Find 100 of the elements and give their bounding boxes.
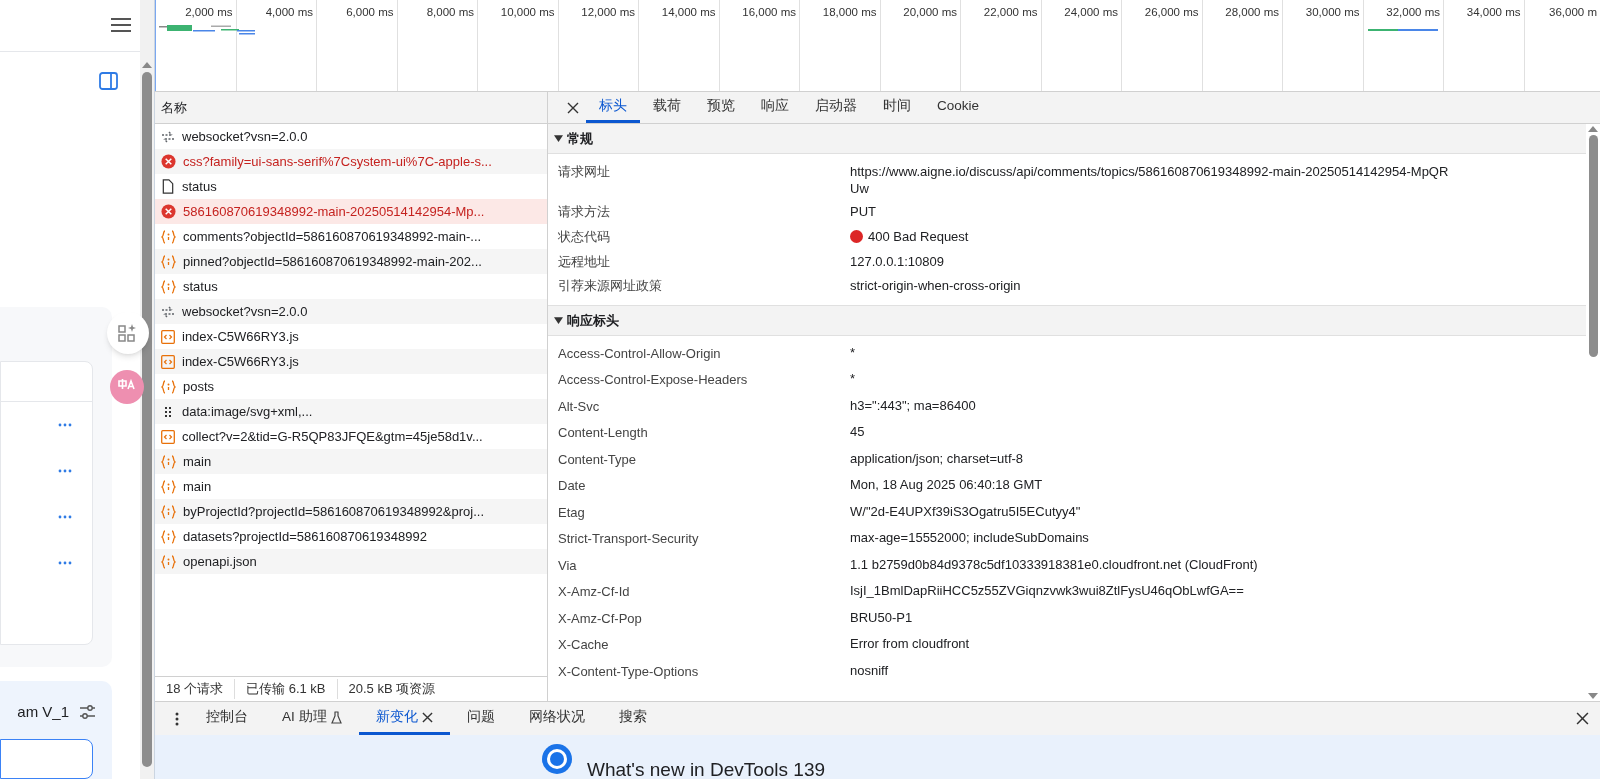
time-tick: 8,000 ms xyxy=(426,5,474,20)
header-value: 45 xyxy=(850,423,865,440)
input-field[interactable] xyxy=(0,739,93,779)
header-value: max-age=15552000; includeSubDomains xyxy=(850,529,1089,546)
detail-tab[interactable]: 时间 xyxy=(870,92,924,123)
scroll-up-icon[interactable] xyxy=(142,62,152,68)
status-text: 已传输 6.1 kB xyxy=(234,679,337,699)
code-file-icon xyxy=(161,429,175,444)
request-row[interactable]: pinned?objectId=586160870619348992-main-202... xyxy=(155,249,547,274)
more-icon[interactable] xyxy=(58,515,72,520)
header-key: X-Content-Type-Options xyxy=(558,661,850,681)
detail-tab[interactable]: 启动器 xyxy=(802,92,870,123)
websocket-icon xyxy=(161,129,175,144)
drawer-tab[interactable]: 搜索 xyxy=(601,702,664,735)
header-key: Content-Length xyxy=(558,423,850,443)
time-tick: 26,000 ms xyxy=(1144,5,1199,20)
header-value: 400 Bad Request xyxy=(868,227,969,245)
column-header[interactable]: 名称 xyxy=(161,97,187,118)
detail-tab[interactable]: 预览 xyxy=(694,92,748,123)
request-row[interactable]: openapi.json xyxy=(155,549,547,574)
sidebar-toggle-icon[interactable] xyxy=(99,71,118,90)
request-row[interactable]: index-C5W66RY3.js xyxy=(155,349,547,374)
detail-tab[interactable]: Cookie xyxy=(924,92,993,123)
time-tick: 34,000 ms xyxy=(1466,5,1521,20)
request-name: pinned?objectId=586160870619348992-main-202... xyxy=(183,252,482,271)
time-tick: 10,000 ms xyxy=(500,5,555,20)
scroll-down-icon[interactable] xyxy=(1588,693,1598,699)
request-name: websocket?vsn=2.0.0 xyxy=(182,127,308,146)
time-tick: 14,000 ms xyxy=(661,5,716,20)
request-name: status xyxy=(182,177,217,196)
header-value: PUT xyxy=(850,203,876,220)
close-icon[interactable] xyxy=(421,711,433,723)
header-key: Strict-Transport-Security xyxy=(558,529,850,549)
header-key: X-Amz-Cf-Id xyxy=(558,582,850,602)
request-row[interactable]: css?family=ui-sans-serif%7Csystem-ui%7C-apple-s... xyxy=(155,149,547,174)
drawer-tab[interactable]: 控制台 xyxy=(189,702,265,735)
page-scrollbar[interactable] xyxy=(140,0,154,779)
detail-tab[interactable]: 载荷 xyxy=(640,92,694,123)
time-tick: 32,000 ms xyxy=(1386,5,1440,20)
scrollbar-thumb[interactable] xyxy=(1588,135,1598,357)
chrome-devtools-icon xyxy=(541,743,573,775)
status-text: 20.5 kB 项资源 xyxy=(336,679,447,699)
header-value: https://www.aigne.io/discuss/api/comments/topics/586160870619348992-main-20250514142954-MpQRUw xyxy=(850,163,1450,197)
time-tick: 16,000 ms xyxy=(742,5,796,20)
time-tick: 6,000 ms xyxy=(346,5,394,20)
menu-icon[interactable] xyxy=(110,17,132,34)
request-name: 586160870619348992-main-20250514142954-Mp... xyxy=(183,202,485,221)
detail-tab[interactable]: 响应 xyxy=(748,92,802,123)
request-name: index-C5W66RY3.js xyxy=(182,327,299,346)
request-name: comments?objectId=586160870619348992-main-... xyxy=(183,227,482,246)
header-key: 远程地址 xyxy=(558,252,850,272)
request-name: main xyxy=(183,477,212,496)
expanded-caret-icon xyxy=(554,134,563,143)
header-key: 引荐来源网址政策 xyxy=(558,277,850,296)
request-row[interactable]: websocket?vsn=2.0.0 xyxy=(155,299,547,324)
section-header[interactable]: 常规 xyxy=(548,124,1586,154)
request-row[interactable]: 586160870619348992-main-20250514142954-Mp... xyxy=(155,199,547,224)
header-value: * xyxy=(850,370,856,387)
more-vertical-icon xyxy=(175,711,179,726)
drawer-tab[interactable]: 问题 xyxy=(449,702,512,735)
sliders-icon[interactable] xyxy=(79,703,96,720)
braces-icon xyxy=(161,529,176,544)
drawer-tab[interactable]: AI 助理 xyxy=(265,702,359,735)
braces-icon xyxy=(161,454,176,469)
header-key: Access-Control-Expose-Headers xyxy=(558,370,850,390)
code-file-icon xyxy=(161,329,175,344)
translate-button[interactable] xyxy=(110,370,144,404)
header-value: Mon, 18 Aug 2025 06:40:18 GMT xyxy=(850,476,1043,493)
header-value: Error from cloudfront xyxy=(850,635,970,652)
header-value: nosniff xyxy=(850,661,889,679)
request-row[interactable]: main xyxy=(155,449,547,474)
request-name: openapi.json xyxy=(183,552,257,571)
time-tick: 12,000 ms xyxy=(581,5,635,20)
websocket-icon xyxy=(161,304,175,319)
braces-icon xyxy=(161,504,176,519)
braces-icon xyxy=(161,254,176,269)
braces-icon xyxy=(161,379,176,394)
request-row[interactable]: data:image/svg+xml,... xyxy=(155,399,547,424)
braces-icon xyxy=(161,479,176,494)
drawer-tab[interactable]: 网络状况 xyxy=(511,702,602,735)
braces-icon xyxy=(161,229,176,244)
scrollbar-thumb[interactable] xyxy=(142,72,152,767)
request-name: css?family=ui-sans-serif%7Csystem-ui%7C-apple-s... xyxy=(183,152,492,171)
apps-icon xyxy=(118,323,138,343)
project-label: am V_1 xyxy=(17,701,69,722)
header-key: Etag xyxy=(558,502,850,522)
request-row[interactable]: byProjectId?projectId=586160870619348992&proj... xyxy=(155,499,547,524)
header-value: W/"2d-E4UPXf39iS3Ogatru5I5ECutyy4" xyxy=(850,502,1081,520)
more-icon[interactable] xyxy=(58,561,72,566)
more-icon[interactable] xyxy=(58,423,72,428)
time-tick: 20,000 ms xyxy=(903,5,957,20)
scroll-up-icon[interactable] xyxy=(1588,126,1598,132)
header-value: 127.0.0.1:10809 xyxy=(850,252,944,270)
more-icon[interactable] xyxy=(58,469,72,474)
section-header[interactable]: 响应标头 xyxy=(548,306,1586,336)
request-name: data:image/svg+xml,... xyxy=(182,402,313,421)
error-icon xyxy=(161,204,176,219)
whats-new-heading: What's new in DevTools 139 xyxy=(587,758,826,779)
header-key: Access-Control-Allow-Origin xyxy=(558,343,850,363)
header-key: 请求网址 xyxy=(558,163,850,197)
